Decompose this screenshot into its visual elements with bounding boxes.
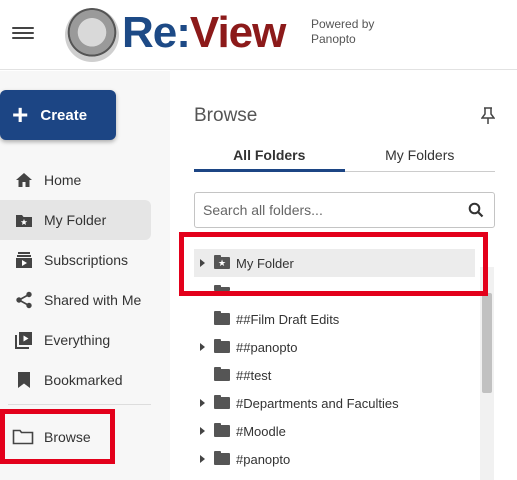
tree-item-departments[interactable]: #Departments and Faculties [194, 389, 475, 417]
subscriptions-icon [14, 250, 34, 270]
expand-icon[interactable] [194, 399, 210, 407]
university-seal-logo [65, 8, 119, 62]
play-library-icon [14, 330, 34, 350]
bookmark-icon [14, 370, 34, 390]
tab-my-folders[interactable]: My Folders [345, 145, 496, 171]
folder-icon [214, 395, 230, 409]
folder-icon [214, 423, 230, 437]
folder-icon [214, 367, 230, 381]
powered-by-text: Powered by Panopto [311, 17, 375, 46]
menu-icon[interactable] [12, 24, 34, 42]
tree-item-moodle[interactable]: #Moodle [194, 417, 475, 445]
tree-item-panopto-double[interactable]: ##panopto [194, 333, 475, 361]
annotation-highlight-my-folder [179, 232, 488, 296]
share-icon [14, 290, 34, 310]
tree-item-test[interactable]: ##test [194, 361, 475, 389]
star-folder-icon [14, 210, 34, 230]
expand-icon[interactable] [194, 427, 210, 435]
folder-icon [214, 311, 230, 325]
app-header: Re:View Powered by Panopto [0, 0, 517, 70]
sidebar-item-home[interactable]: Home [0, 160, 151, 200]
create-button[interactable]: + Create [0, 90, 116, 140]
sidebar-divider [8, 404, 151, 405]
tab-all-folders[interactable]: All Folders [194, 145, 345, 172]
expand-icon[interactable] [194, 455, 210, 463]
sidebar-item-shared-with-me[interactable]: Shared with Me [0, 280, 151, 320]
pin-icon[interactable] [480, 107, 496, 125]
sidebar-item-subscriptions[interactable]: Subscriptions [0, 240, 151, 280]
review-logo[interactable]: Re:View [122, 8, 286, 58]
sidebar-item-everything[interactable]: Everything [0, 320, 151, 360]
scrollbar-thumb[interactable] [482, 293, 492, 393]
sidebar-item-my-folder[interactable]: My Folder [0, 200, 151, 240]
folder-icon [214, 339, 230, 353]
search-icon[interactable] [468, 202, 484, 218]
left-sidebar: + Create Home My Folder Subscriptions Sh… [0, 71, 170, 480]
sidebar-item-bookmarked[interactable]: Bookmarked [0, 360, 151, 400]
folder-tabs: All Folders My Folders [194, 145, 495, 172]
tree-item-film-draft-edits[interactable]: ##Film Draft Edits [194, 305, 475, 333]
home-icon [14, 170, 34, 190]
search-input[interactable] [195, 193, 455, 227]
expand-icon[interactable] [194, 343, 210, 351]
tree-item-panopto[interactable]: #panopto [194, 445, 475, 473]
annotation-highlight-browse [0, 409, 115, 464]
plus-icon: + [12, 99, 29, 130]
folder-icon [214, 451, 230, 465]
page-title: Browse [194, 105, 258, 126]
folder-search [194, 192, 495, 228]
